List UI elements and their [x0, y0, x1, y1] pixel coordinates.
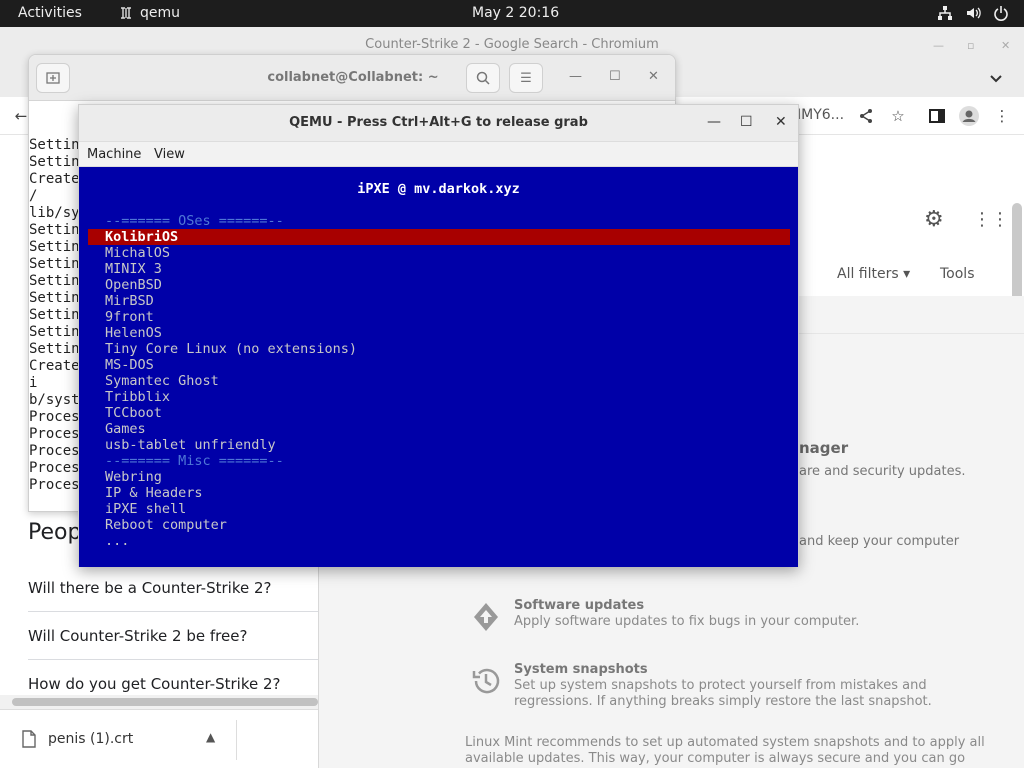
qemu-title: QEMU - Press Ctrl+Alt+G to release grab	[289, 115, 588, 130]
clock[interactable]: May 2 20:16	[472, 5, 559, 21]
horizontal-scrollbar[interactable]	[0, 695, 318, 709]
ipxe-menu-item[interactable]: Symantec Ghost	[105, 373, 219, 389]
close-icon[interactable]: ✕	[648, 69, 659, 84]
chevron-up-icon[interactable]: ▲	[206, 730, 215, 744]
paa-heading: Peop	[28, 520, 82, 545]
ipxe-menu-item[interactable]: MS-DOS	[105, 357, 154, 373]
gear-icon[interactable]: ⚙	[924, 207, 944, 232]
qemu-window[interactable]: QEMU - Press Ctrl+Alt+G to release grab …	[78, 104, 799, 567]
ipxe-selection-highlight	[88, 229, 790, 245]
ipxe-menu-item[interactable]: MINIX 3	[105, 261, 162, 277]
paa-question[interactable]: Will there be a Counter-Strike 2?	[28, 564, 318, 612]
all-filters-button[interactable]: All filters ▾	[837, 266, 910, 282]
app-menu[interactable]: qemu	[118, 5, 180, 21]
menu-view[interactable]: View	[154, 147, 185, 162]
volume-icon[interactable]	[964, 4, 982, 22]
qemu-title-bar[interactable]: QEMU - Press Ctrl+Alt+G to release grab …	[79, 105, 798, 141]
network-app-icon	[121, 7, 131, 19]
intro-text: are and security updates.	[799, 464, 966, 479]
ipxe-header: iPXE @ mv.darkok.xyz	[357, 181, 520, 197]
update-manager-title: nager	[799, 439, 849, 457]
history-clock-icon	[469, 664, 503, 698]
feature-desc: Set up system snapshots to protect yours…	[514, 678, 932, 709]
scrollbar-thumb[interactable]	[12, 698, 318, 706]
top-panel: Activities qemu May 2 20:16	[0, 0, 1024, 27]
ipxe-menu-item[interactable]: MichalOS	[105, 245, 170, 261]
bookmark-star-icon[interactable]: ☆	[887, 105, 909, 127]
close-icon[interactable]: ✕	[775, 114, 787, 130]
shield-arrow-icon	[469, 600, 503, 634]
ipxe-menu-item[interactable]: usb-tablet unfriendly	[105, 437, 276, 453]
minimize-icon[interactable]: —	[707, 114, 721, 130]
tools-button[interactable]: Tools	[940, 266, 975, 282]
qemu-menu-bar: Machine View	[79, 141, 798, 167]
ipxe-menu-item[interactable]: MirBSD	[105, 293, 154, 309]
ipxe-separator: --====== OSes ======--	[105, 213, 284, 229]
ipxe-boot-menu[interactable]: iPXE @ mv.darkok.xyz --====== OSes =====…	[79, 167, 798, 567]
divider	[236, 720, 237, 760]
minimize-icon[interactable]: —	[933, 39, 944, 52]
search-icon	[476, 71, 490, 85]
ipxe-menu-item[interactable]: Tribblix	[105, 389, 170, 405]
ipxe-menu-item[interactable]: TCCboot	[105, 405, 162, 421]
feature-desc: Apply software updates to fix bugs in yo…	[514, 614, 860, 629]
ipxe-menu-item[interactable]: Tiny Core Linux (no extensions)	[105, 341, 357, 357]
download-bar: penis (1).crt ▲	[0, 709, 318, 768]
activities-button[interactable]: Activities	[18, 5, 82, 21]
feature-title: System snapshots	[514, 662, 648, 677]
apps-grid-icon[interactable]: ⋮⋮	[973, 209, 1009, 230]
terminal-header[interactable]: collabnet@Collabnet: ~ ☰ — ☐ ✕	[29, 55, 675, 101]
paa-question[interactable]: Will Counter-Strike 2 be free?	[28, 612, 318, 660]
side-panel-icon[interactable]	[926, 105, 948, 127]
ipxe-menu-item[interactable]: 9front	[105, 309, 154, 325]
close-icon[interactable]: ✕	[1001, 39, 1010, 52]
system-tray[interactable]	[936, 4, 1010, 22]
ipxe-menu-item[interactable]: OpenBSD	[105, 277, 162, 293]
search-button[interactable]	[466, 63, 500, 93]
url-fragment[interactable]: IMY6...	[797, 107, 844, 123]
maximize-icon[interactable]: ▫	[967, 39, 974, 52]
ipxe-menu-item[interactable]: ...	[105, 533, 129, 549]
vertical-scrollbar[interactable]	[1012, 203, 1022, 309]
intro-text: and keep your computer	[799, 534, 960, 549]
ipxe-menu-item[interactable]: Webring	[105, 469, 162, 485]
ipxe-menu-item[interactable]: iPXE shell	[105, 501, 186, 517]
maximize-icon[interactable]: ☐	[609, 69, 621, 84]
ipxe-menu-item[interactable]: Games	[105, 421, 146, 437]
power-icon[interactable]	[992, 4, 1010, 22]
download-item[interactable]: penis (1).crt	[22, 730, 133, 748]
ipxe-menu-item[interactable]: IP & Headers	[105, 485, 203, 501]
maximize-icon[interactable]: ☐	[740, 114, 753, 130]
all-filters-label: All filters	[837, 266, 899, 282]
tab-search-chevron-icon[interactable]	[989, 74, 1003, 84]
network-icon[interactable]	[936, 4, 954, 22]
minimize-icon[interactable]: —	[569, 69, 582, 84]
hamburger-menu-button[interactable]: ☰	[509, 63, 543, 93]
menu-machine[interactable]: Machine	[87, 147, 141, 162]
ipxe-menu-item[interactable]: KolibriOS	[105, 229, 178, 245]
kebab-menu-icon[interactable]: ⋮	[991, 105, 1013, 127]
share-icon[interactable]	[855, 105, 877, 127]
recommendation-text: Linux Mint recommends to set up automate…	[465, 735, 985, 768]
ipxe-menu-item[interactable]: HelenOS	[105, 325, 162, 341]
download-filename: penis (1).crt	[48, 731, 134, 747]
app-name: qemu	[140, 5, 181, 21]
ipxe-menu-item[interactable]: Reboot computer	[105, 517, 227, 533]
feature-title: Software updates	[514, 598, 645, 613]
file-icon	[22, 730, 36, 748]
ipxe-separator: --====== Misc ======--	[105, 453, 284, 469]
profile-avatar-icon[interactable]	[958, 105, 980, 127]
